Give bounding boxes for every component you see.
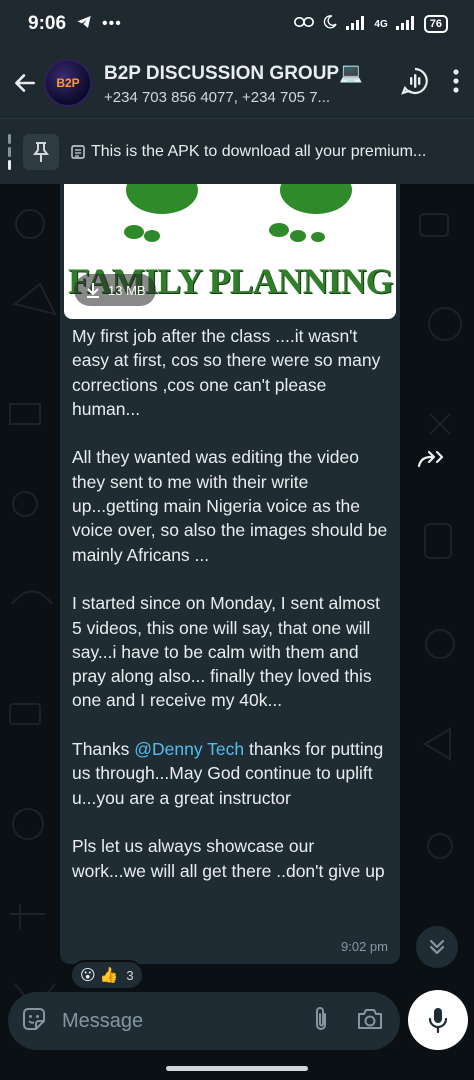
mention-link[interactable]: @Denny Tech: [134, 739, 244, 759]
pin-button[interactable]: [23, 133, 59, 170]
do-not-disturb-moon-icon: [322, 14, 338, 35]
pinned-message-bar[interactable]: This is the APK to download all your pre…: [0, 118, 474, 184]
status-right: 4G 76: [294, 14, 448, 35]
message-timestamp: 9:02 pm: [341, 939, 388, 954]
paperclip-icon: [316, 1006, 326, 1030]
group-members: +234 703 856 4077, +234 705 7...: [104, 88, 331, 106]
message-text: My first job after the class ....it wasn…: [72, 324, 390, 883]
pinned-message-text: This is the APK to download all your pre…: [91, 142, 427, 160]
link-icon: [294, 14, 315, 35]
document-icon: [71, 144, 85, 159]
emoji-sticker-button[interactable]: [20, 1005, 48, 1038]
pinned-message-preview: This is the APK to download all your pre…: [71, 143, 426, 161]
composer-actions: [312, 1005, 400, 1038]
message-input[interactable]: [62, 1009, 282, 1033]
status-bar: 9:06 ••• 4G 76: [0, 0, 474, 48]
avatar-label: B2P: [56, 76, 80, 90]
battery-level: 76: [429, 18, 442, 30]
media-video-thumbnail[interactable]: FAMILY PLANNING 13 MB: [64, 184, 396, 319]
chat-header: B2P B2P DISCUSSION GROUP💻 +234 703 856 4…: [0, 48, 474, 118]
back-button[interactable]: [10, 68, 40, 98]
attach-button[interactable]: [312, 1005, 330, 1038]
status-time: 9:06: [28, 13, 67, 34]
message-paragraph-2: All they wanted was editing the video th…: [72, 447, 388, 565]
reaction-count: 3: [126, 967, 134, 983]
signal-bars-2-icon: [395, 14, 416, 35]
network-type-label: 4G: [374, 18, 388, 30]
pin-icon: [33, 141, 49, 162]
header-actions: [400, 66, 474, 101]
message-composer: [8, 992, 400, 1050]
camera-button[interactable]: [356, 1007, 384, 1036]
download-button[interactable]: 13 MB: [74, 274, 156, 306]
more-notifications-icon: •••: [102, 15, 122, 32]
media-size: 13 MB: [108, 282, 146, 298]
message-paragraph-4: Thanks @Denny Tech thanks for putting us…: [72, 737, 390, 810]
pinned-position-indicator: [8, 133, 11, 170]
double-chevron-down-icon: [429, 939, 445, 955]
group-title: B2P DISCUSSION GROUP💻: [104, 62, 363, 84]
forward-icon: [417, 450, 444, 468]
reactions-pill[interactable]: 😮 👍 3: [70, 960, 144, 990]
reaction-surprised-emoji: 😮: [80, 967, 96, 984]
telegram-notification-icon: [76, 14, 92, 35]
more-vertical-icon: [453, 68, 459, 93]
message-paragraph-1: My first job after the class ....it wasn…: [72, 326, 381, 419]
message-paragraph-3: I started since on Monday, I sent almost…: [72, 593, 381, 711]
forward-button[interactable]: [414, 446, 450, 474]
status-left: 9:06 •••: [28, 13, 122, 35]
microphone-icon: [428, 1008, 448, 1034]
message-thanks-text: Thanks: [72, 739, 135, 760]
home-indicator[interactable]: [166, 1066, 308, 1071]
download-icon: [87, 283, 99, 298]
chat-area[interactable]: FAMILY PLANNING 13 MB My first job after…: [0, 184, 474, 1080]
reaction-thumbs-up-emoji: 👍: [99, 967, 119, 984]
signal-bars-icon: [346, 14, 366, 35]
battery-icon: 76: [423, 15, 448, 33]
scroll-to-bottom-button[interactable]: [416, 926, 458, 968]
camera-icon: [358, 1008, 382, 1029]
voice-record-button[interactable]: [408, 990, 468, 1050]
group-avatar[interactable]: B2P: [44, 59, 92, 107]
message-paragraph-5: Pls let us always showcase our work...we…: [72, 836, 385, 881]
back-arrow-icon: [15, 74, 35, 92]
voice-chat-button[interactable]: [400, 66, 430, 101]
sticker-icon: [23, 1007, 45, 1030]
group-info[interactable]: B2P DISCUSSION GROUP💻 +234 703 856 4077,…: [104, 61, 374, 106]
message-bubble[interactable]: FAMILY PLANNING 13 MB My first job after…: [60, 184, 400, 964]
more-options-button[interactable]: [452, 68, 460, 99]
voice-chat-icon: [401, 67, 428, 95]
